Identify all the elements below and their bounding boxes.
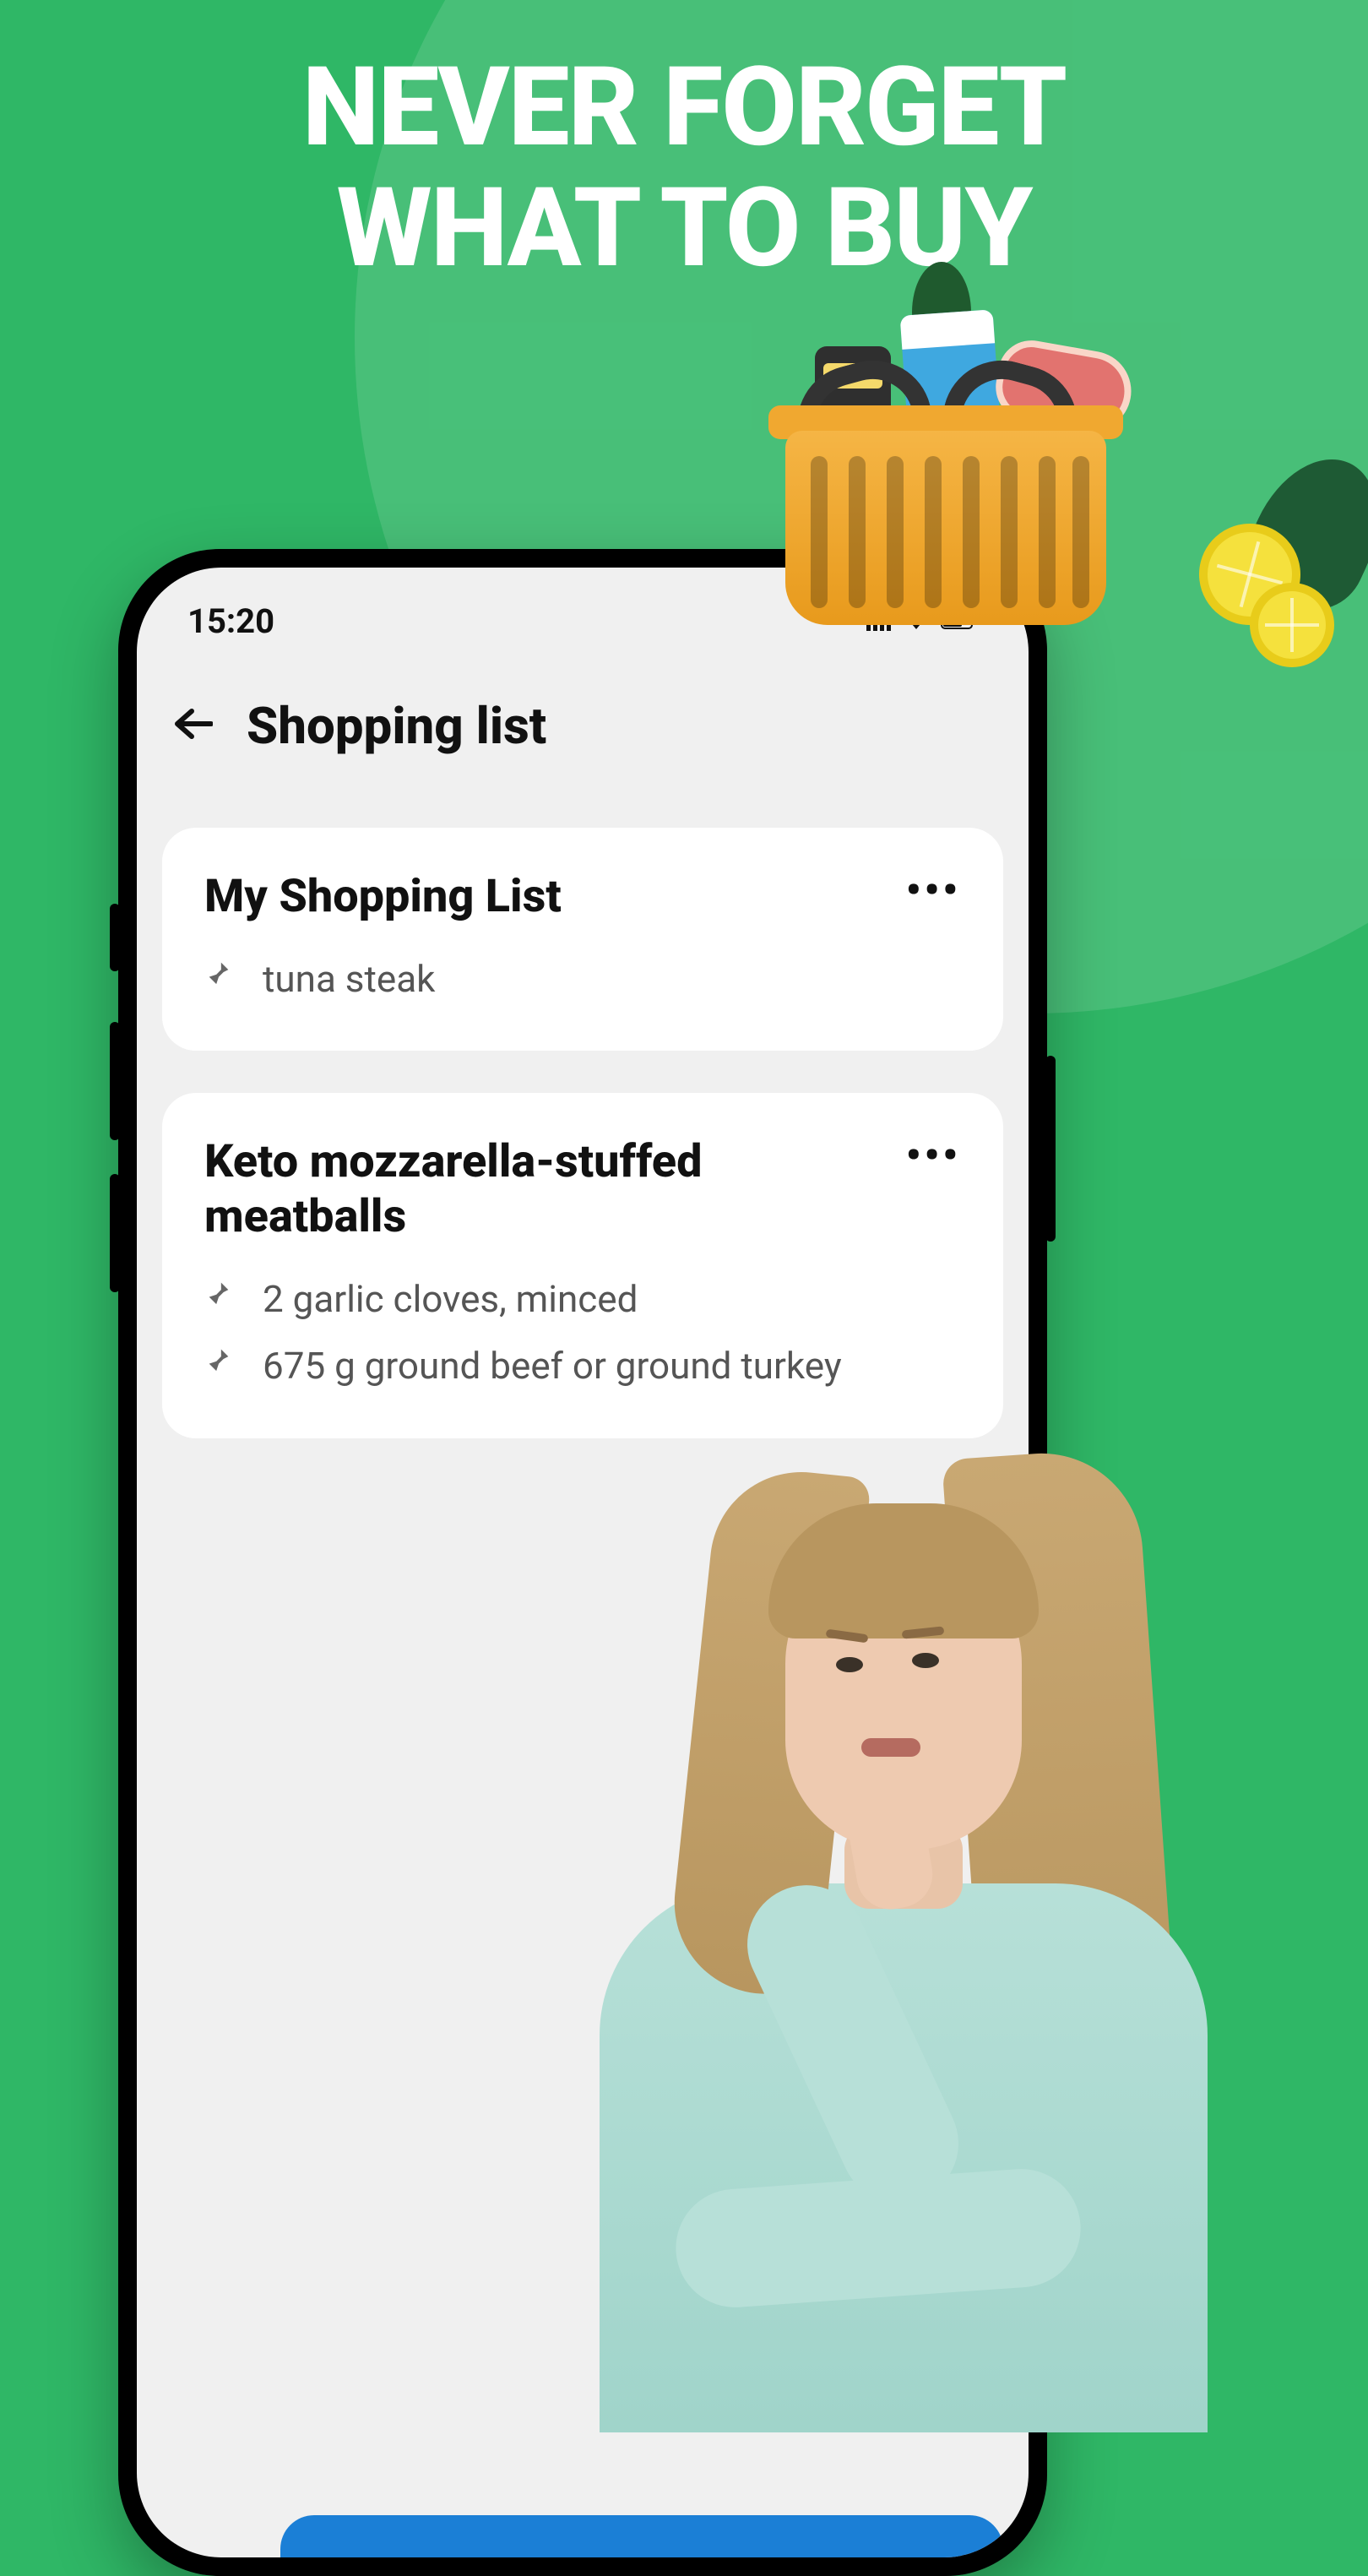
bottom-action-bar[interactable] xyxy=(280,2515,1003,2557)
item-text: 2 garlic cloves, minced xyxy=(263,1274,638,1324)
pin-icon xyxy=(204,958,233,995)
thinking-person-illustration xyxy=(557,1419,1250,2432)
page-title: Shopping list xyxy=(247,696,546,756)
card-header: My Shopping List ••• xyxy=(204,870,961,925)
item-text: 675 g ground beef or ground turkey xyxy=(263,1341,842,1391)
more-menu-icon[interactable]: ••• xyxy=(906,1135,961,1176)
grocery-basket-illustration xyxy=(743,287,1165,625)
headline-line1: NEVER FORGET xyxy=(0,46,1368,167)
content-area: My Shopping List ••• tuna steak Keto moz… xyxy=(137,794,1029,1514)
phone-side-button xyxy=(110,904,120,971)
phone-side-button xyxy=(110,1022,120,1140)
pin-icon xyxy=(204,1278,233,1315)
back-arrow-icon[interactable] xyxy=(171,699,213,753)
shopping-list-card[interactable]: Keto mozzarella-stuffed meatballs ••• 2 … xyxy=(162,1093,1003,1437)
card-title: My Shopping List xyxy=(204,870,562,925)
list-item[interactable]: 2 garlic cloves, minced xyxy=(204,1274,961,1324)
phone-side-button xyxy=(1045,1056,1056,1242)
card-title: Keto mozzarella-stuffed meatballs xyxy=(204,1135,810,1245)
headline-line2: WHAT TO BUY xyxy=(0,167,1368,288)
more-menu-icon[interactable]: ••• xyxy=(906,870,961,910)
list-item[interactable]: tuna steak xyxy=(204,954,961,1004)
promo-headline: NEVER FORGET WHAT TO BUY xyxy=(0,46,1368,288)
shopping-list-card[interactable]: My Shopping List ••• tuna steak xyxy=(162,828,1003,1051)
pin-icon xyxy=(204,1345,233,1382)
basket-body xyxy=(785,431,1106,625)
status-time: 15:20 xyxy=(187,601,274,641)
list-item[interactable]: 675 g ground beef or ground turkey xyxy=(204,1341,961,1391)
item-text: tuna steak xyxy=(263,954,435,1004)
app-header: Shopping list xyxy=(137,658,1029,794)
phone-side-button xyxy=(110,1174,120,1292)
lemon-slice-icon xyxy=(1250,583,1334,667)
card-header: Keto mozzarella-stuffed meatballs ••• xyxy=(204,1135,961,1245)
